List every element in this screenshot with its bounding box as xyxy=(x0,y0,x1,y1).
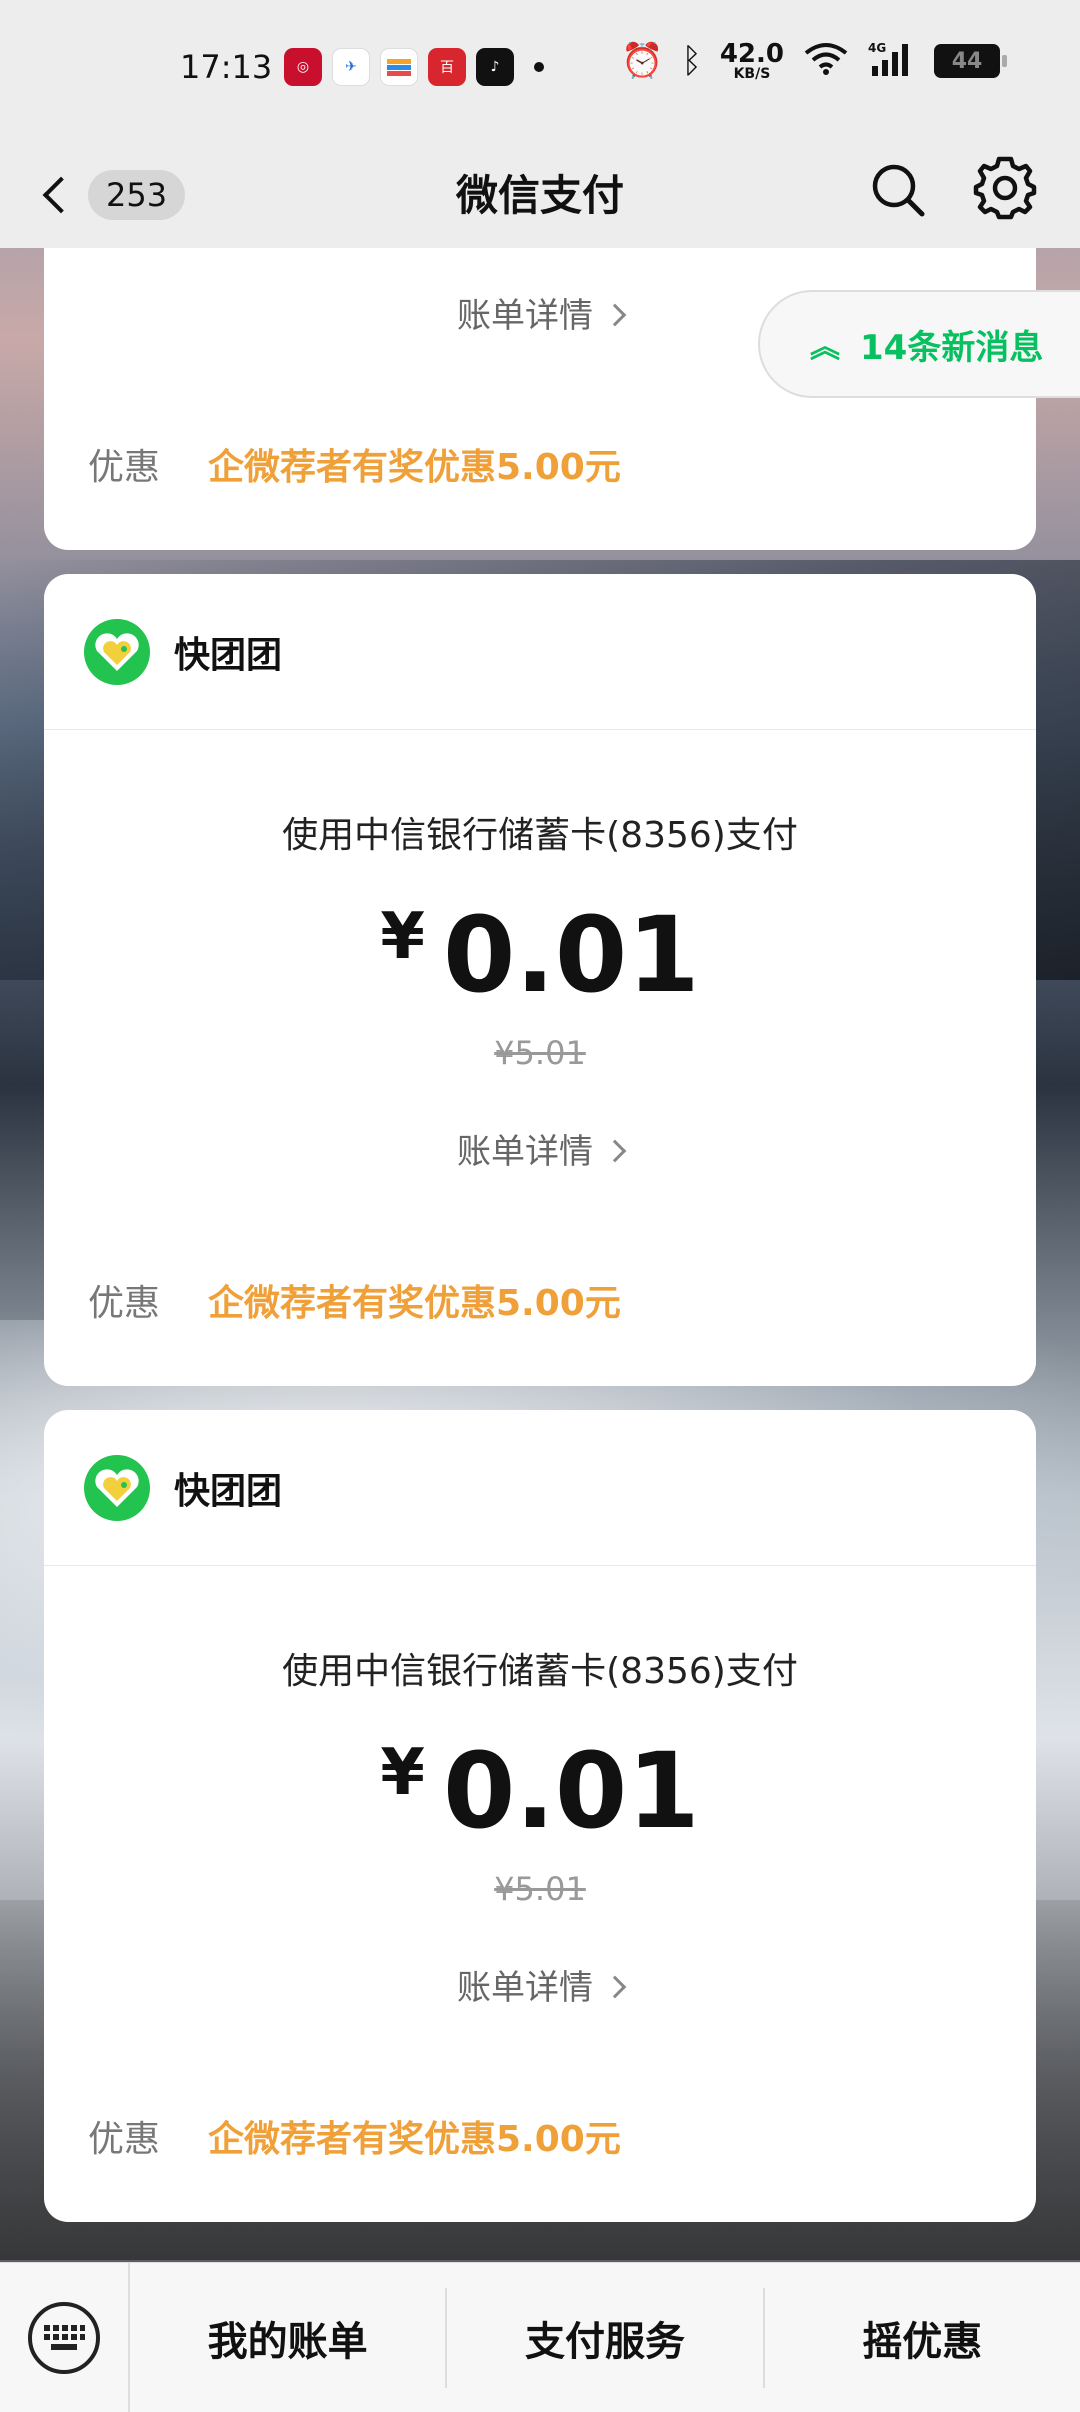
notification-app-icons: ◎ ✈ 百 ♪ xyxy=(284,48,544,86)
payment-amount: ¥0.01 xyxy=(44,894,1036,1016)
battery-icon: 44 xyxy=(934,44,1007,78)
bill-detail-link[interactable]: 账单详情 xyxy=(44,1124,1036,1173)
bank-icon: ◎ xyxy=(284,48,322,86)
discount-value: 企微荐者有奖优惠5.00元 xyxy=(208,2119,621,2160)
more-notifications-dot xyxy=(534,62,544,72)
merchant-logo-icon xyxy=(84,618,150,685)
currency-symbol: ¥ xyxy=(380,1736,425,1810)
discount-row: 优惠 企微荐者有奖优惠5.00元 xyxy=(88,2110,621,2162)
chevron-right-icon xyxy=(603,1139,627,1163)
merchant-header[interactable]: 快团团 xyxy=(44,1410,1036,1566)
payment-amount: ¥0.01 xyxy=(44,1730,1036,1852)
amount-value: 0.01 xyxy=(442,894,700,1016)
alarm-icon: ⏰ xyxy=(621,41,664,81)
tiktok-icon: ♪ xyxy=(476,48,514,86)
menu-payment-services[interactable]: 支付服务 xyxy=(447,2287,765,2388)
payment-method: 使用中信银行储蓄卡(8356)支付 xyxy=(282,1651,798,1692)
bluetooth-icon: ᛒ xyxy=(681,41,702,81)
gear-icon xyxy=(973,156,1037,220)
double-chevron-up-icon: ︽ xyxy=(810,330,840,365)
svg-text:4G: 4G xyxy=(868,41,886,55)
status-time: 17:13 xyxy=(180,48,273,86)
telecom-icon: ✈ xyxy=(332,48,370,86)
bill-detail-label: 账单详情 xyxy=(457,1968,593,2008)
wifi-icon xyxy=(802,41,850,81)
merchant-name: 快团团 xyxy=(174,1470,283,1512)
discount-label: 优惠 xyxy=(88,1283,161,1324)
payment-card: 快团团 使用中信银行储蓄卡(8356)支付 ¥0.01 ¥5.01 账单详情 优… xyxy=(44,1410,1036,2222)
payment-card: 快团团 使用中信银行储蓄卡(8356)支付 ¥0.01 ¥5.01 账单详情 优… xyxy=(44,574,1036,1386)
network-speed-value: 42.0 xyxy=(719,39,784,69)
bill-detail-link[interactable]: 账单详情 xyxy=(44,1960,1036,2009)
keyboard-icon xyxy=(28,2301,100,2374)
signal-icon: 4G xyxy=(868,40,916,82)
status-bar: 17:13 ◎ ✈ 百 ♪ ⏰ ᛒ 42.0 KB/S 4G 44 xyxy=(0,0,1080,140)
settings-button[interactable] xyxy=(972,156,1038,222)
bill-detail-label: 账单详情 xyxy=(457,296,593,336)
keyboard-toggle-button[interactable] xyxy=(0,2262,130,2412)
original-price: ¥5.01 xyxy=(494,1034,586,1072)
payment-method: 使用中信银行储蓄卡(8356)支付 xyxy=(282,815,798,856)
discount-value: 企微荐者有奖优惠5.00元 xyxy=(208,447,621,488)
network-speed-unit: KB/S xyxy=(733,66,771,82)
amount-value: 0.01 xyxy=(442,1730,700,1852)
discount-label: 优惠 xyxy=(88,447,161,488)
menu-my-bills[interactable]: 我的账单 xyxy=(130,2287,448,2388)
new-messages-button[interactable]: ︽ 14条新消息 xyxy=(758,290,1080,398)
battery-level: 44 xyxy=(951,48,983,74)
chevron-right-icon xyxy=(603,303,627,327)
system-icons: ⏰ ᛒ 42.0 KB/S 4G 44 xyxy=(621,40,1007,82)
baidu-icon: 百 xyxy=(428,48,466,86)
currency-symbol: ¥ xyxy=(380,900,425,974)
discount-label: 优惠 xyxy=(88,2119,161,2160)
bill-detail-label: 账单详情 xyxy=(457,1132,593,1172)
merchant-name: 快团团 xyxy=(174,634,283,676)
chevron-right-icon xyxy=(603,1975,627,1999)
search-button[interactable] xyxy=(868,160,928,220)
merchant-logo-icon xyxy=(84,1454,150,1521)
discount-row: 优惠 企微荐者有奖优惠5.00元 xyxy=(88,438,621,490)
wallet-icon xyxy=(380,48,418,86)
bottom-menu-bar: 我的账单 支付服务 摇优惠 xyxy=(0,2262,1080,2412)
search-icon xyxy=(872,164,925,217)
discount-value: 企微荐者有奖优惠5.00元 xyxy=(208,1283,621,1324)
discount-row: 优惠 企微荐者有奖优惠5.00元 xyxy=(88,1274,621,1326)
menu-shake-offers[interactable]: 摇优惠 xyxy=(765,2288,1080,2388)
network-speed: 42.0 KB/S xyxy=(720,41,784,81)
nav-bar: 253 微信支付 xyxy=(0,140,1080,248)
original-price: ¥5.01 xyxy=(494,1870,586,1908)
merchant-header[interactable]: 快团团 xyxy=(44,574,1036,730)
new-messages-label: 14条新消息 xyxy=(860,327,1044,368)
